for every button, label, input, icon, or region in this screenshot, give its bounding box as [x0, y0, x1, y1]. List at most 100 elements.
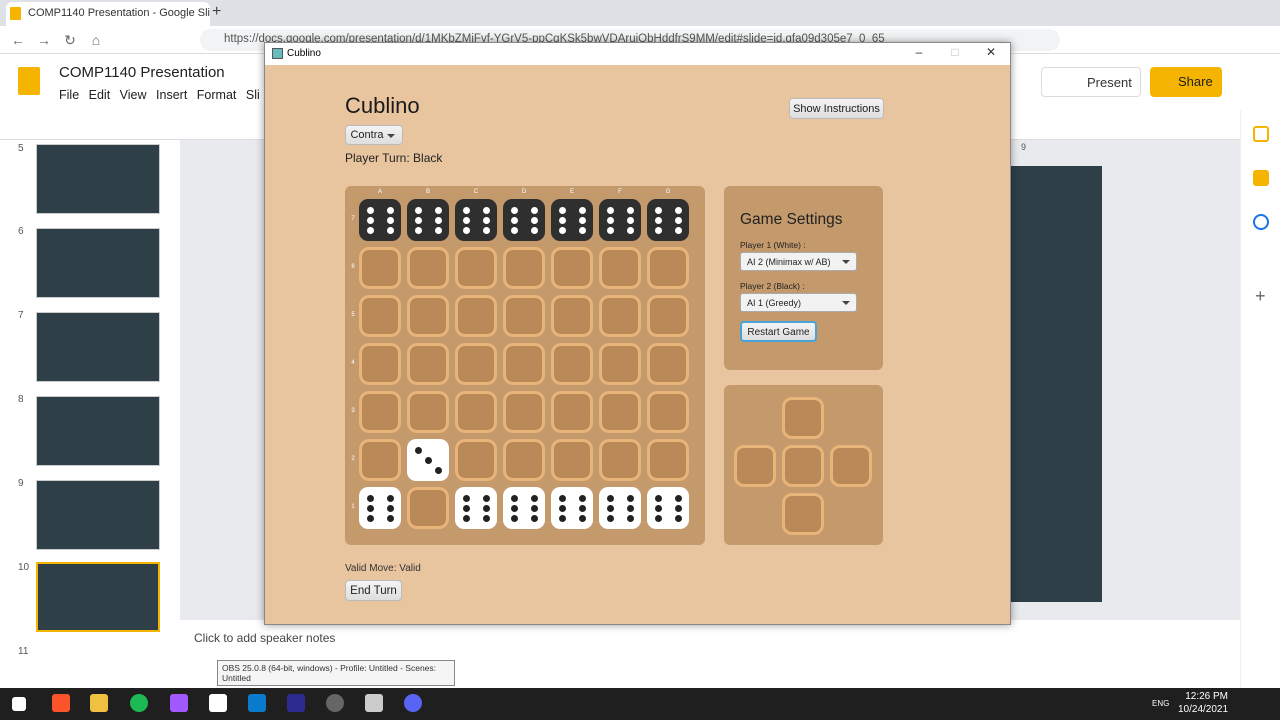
intellij-icon[interactable] [287, 694, 305, 712]
slide-thumbnail[interactable] [36, 480, 160, 550]
game-board[interactable]: A B C D E F G 7 6 5 4 3 2 1 [345, 186, 705, 545]
menu-insert[interactable]: Insert [156, 88, 187, 102]
black-die[interactable] [455, 199, 497, 241]
white-die[interactable] [503, 487, 545, 529]
reload-icon[interactable]: ↻ [60, 30, 80, 50]
player2-select[interactable]: AI 1 (Greedy) [740, 293, 857, 312]
board-cell[interactable] [455, 391, 497, 433]
menu-format[interactable]: Format [197, 88, 237, 102]
obs-icon[interactable] [326, 694, 344, 712]
end-turn-button[interactable]: End Turn [345, 580, 402, 601]
board-cell[interactable] [455, 295, 497, 337]
menu-edit[interactable]: Edit [89, 88, 111, 102]
slide-thumbnail[interactable] [36, 312, 160, 382]
document-title[interactable]: COMP1140 Presentation [59, 64, 225, 81]
language-indicator[interactable]: ENG [1152, 699, 1169, 708]
browser-tab[interactable]: COMP1140 Presentation - Google Sli [6, 2, 210, 26]
java-app-icon[interactable] [365, 694, 383, 712]
board-cell[interactable] [407, 487, 449, 529]
black-die[interactable] [407, 199, 449, 241]
board-cell[interactable] [359, 343, 401, 385]
start-icon[interactable] [12, 697, 26, 711]
close-icon[interactable]: ✕ [981, 45, 1001, 63]
board-cell[interactable] [599, 439, 641, 481]
board-cell[interactable] [647, 343, 689, 385]
discord-icon[interactable] [404, 694, 422, 712]
black-die[interactable] [503, 199, 545, 241]
slide-thumbnail[interactable] [36, 228, 160, 298]
board-cell[interactable] [599, 343, 641, 385]
board-cell[interactable] [455, 343, 497, 385]
board-cell[interactable] [503, 439, 545, 481]
board-cell[interactable] [551, 343, 593, 385]
share-button[interactable]: Share [1150, 67, 1222, 97]
board-cell[interactable] [503, 295, 545, 337]
player1-label: Player 1 (White) : [740, 240, 806, 250]
black-die[interactable] [359, 199, 401, 241]
brave-icon[interactable] [52, 694, 70, 712]
board-cell[interactable] [551, 247, 593, 289]
board-cell[interactable] [407, 247, 449, 289]
board-cell[interactable] [407, 295, 449, 337]
board-cell[interactable] [359, 391, 401, 433]
explorer-icon[interactable] [90, 694, 108, 712]
figma-icon[interactable] [170, 694, 188, 712]
board-cell[interactable] [503, 391, 545, 433]
black-die[interactable] [551, 199, 593, 241]
white-die[interactable] [647, 487, 689, 529]
black-die[interactable] [647, 199, 689, 241]
board-cell[interactable] [407, 343, 449, 385]
keep-icon[interactable] [1253, 126, 1269, 142]
board-cell[interactable] [503, 343, 545, 385]
board-cell[interactable] [647, 391, 689, 433]
white-die[interactable] [455, 487, 497, 529]
board-cell[interactable] [359, 247, 401, 289]
slide-thumbnail[interactable] [36, 396, 160, 466]
board-cell[interactable] [455, 247, 497, 289]
notion-icon[interactable] [209, 694, 227, 712]
slide-thumbnail[interactable] [36, 144, 160, 214]
board-cell[interactable] [647, 439, 689, 481]
spotify-icon[interactable] [130, 694, 148, 712]
back-icon[interactable]: ← [8, 30, 28, 50]
notes-icon[interactable] [1253, 170, 1269, 186]
board-cell[interactable] [599, 391, 641, 433]
menu-view[interactable]: View [120, 88, 147, 102]
board-cell[interactable] [551, 439, 593, 481]
board-cell[interactable] [647, 295, 689, 337]
board-cell[interactable] [647, 247, 689, 289]
board-cell[interactable] [503, 247, 545, 289]
black-die[interactable] [599, 199, 641, 241]
show-instructions-button[interactable]: Show Instructions [789, 98, 884, 119]
add-addon-icon[interactable]: + [1255, 286, 1266, 307]
menu-slide[interactable]: Sli [246, 88, 260, 102]
tasks-icon[interactable] [1253, 214, 1269, 230]
forward-icon[interactable]: → [34, 30, 54, 50]
board-cell[interactable] [551, 391, 593, 433]
present-button[interactable]: Present [1041, 67, 1141, 97]
white-die[interactable] [359, 487, 401, 529]
maximize-icon[interactable]: □ [945, 45, 965, 63]
new-tab-button[interactable]: + [212, 3, 221, 21]
board-cell[interactable] [599, 295, 641, 337]
minimize-icon[interactable]: – [909, 45, 929, 63]
preview-cell [782, 397, 824, 439]
home-icon[interactable]: ⌂ [86, 30, 106, 50]
restart-game-button[interactable]: Restart Game [740, 321, 817, 342]
white-die[interactable] [407, 439, 449, 481]
player1-select[interactable]: AI 2 (Minimax w/ AB) [740, 252, 857, 271]
variant-select[interactable]: Contra [345, 125, 403, 145]
board-cell[interactable] [551, 295, 593, 337]
speaker-notes[interactable]: Click to add speaker notes [194, 631, 335, 645]
board-cell[interactable] [455, 439, 497, 481]
menu-file[interactable]: File [59, 88, 79, 102]
slide-thumbnail-selected[interactable] [36, 562, 160, 632]
taskbar-clock[interactable]: 12:26 PM 10/24/2021 [1178, 690, 1228, 716]
board-cell[interactable] [407, 391, 449, 433]
vscode-icon[interactable] [248, 694, 266, 712]
board-cell[interactable] [359, 295, 401, 337]
board-cell[interactable] [359, 439, 401, 481]
board-cell[interactable] [599, 247, 641, 289]
white-die[interactable] [599, 487, 641, 529]
white-die[interactable] [551, 487, 593, 529]
